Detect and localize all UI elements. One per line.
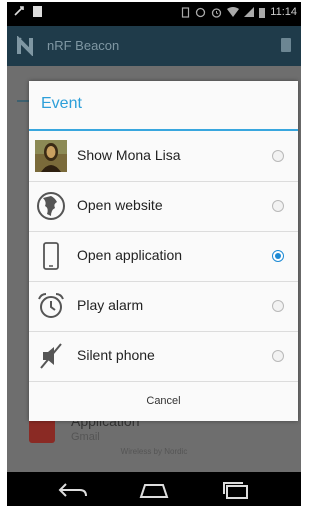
trash-icon[interactable]: [281, 38, 291, 52]
wifi-icon: [227, 7, 240, 17]
alarm-status-icon: [212, 7, 222, 18]
radio-button[interactable]: [272, 350, 284, 362]
option-label: Silent phone: [77, 347, 155, 363]
recents-icon[interactable]: [219, 480, 253, 500]
silent-icon: [35, 340, 67, 372]
radio-button[interactable]: [272, 150, 284, 162]
navigation-bar: [7, 472, 301, 506]
radio-button[interactable]: [272, 200, 284, 212]
notification-icon: [33, 5, 42, 17]
option-play-alarm[interactable]: Play alarm: [29, 281, 298, 332]
nordic-logo-icon: [17, 36, 33, 56]
app-title: nRF Beacon: [47, 38, 120, 53]
footer-text: Wireless by Nordic: [120, 447, 188, 456]
option-label: Open application: [77, 247, 183, 263]
option-silent-phone[interactable]: Silent phone: [29, 331, 298, 382]
signal-icon: [244, 7, 255, 17]
status-bar: 11:14: [7, 2, 301, 26]
usb-icon: [14, 6, 24, 16]
event-dialog: Event Show Mona Lisa Open website Open a…: [29, 81, 298, 421]
option-show-mona-lisa[interactable]: Show Mona Lisa: [29, 131, 298, 182]
vibrate-icon: [182, 6, 190, 18]
option-label: Play alarm: [77, 297, 144, 313]
clock: 11:14: [270, 6, 297, 18]
battery-icon: [259, 7, 266, 18]
mona-lisa-thumbnail: [35, 140, 67, 172]
back-icon[interactable]: [56, 480, 90, 500]
sync-icon: [196, 7, 206, 17]
cancel-button[interactable]: Cancel: [29, 381, 298, 421]
dialog-title: Event: [41, 95, 82, 112]
phone-icon: [35, 240, 67, 272]
home-icon[interactable]: [137, 480, 171, 500]
phone-screen: 11:14 nRF Beacon Application Gmail Wirel…: [7, 2, 301, 506]
list-item-subtitle: Gmail: [71, 431, 100, 443]
app-bar: nRF Beacon: [7, 26, 301, 66]
radio-button-selected[interactable]: [272, 250, 284, 262]
option-label: Open website: [77, 197, 163, 213]
radio-button[interactable]: [272, 300, 284, 312]
option-open-application[interactable]: Open application: [29, 231, 298, 282]
option-open-website[interactable]: Open website: [29, 181, 298, 232]
alarm-clock-icon: [35, 290, 67, 322]
option-label: Show Mona Lisa: [77, 147, 181, 163]
globe-icon: [35, 190, 67, 222]
